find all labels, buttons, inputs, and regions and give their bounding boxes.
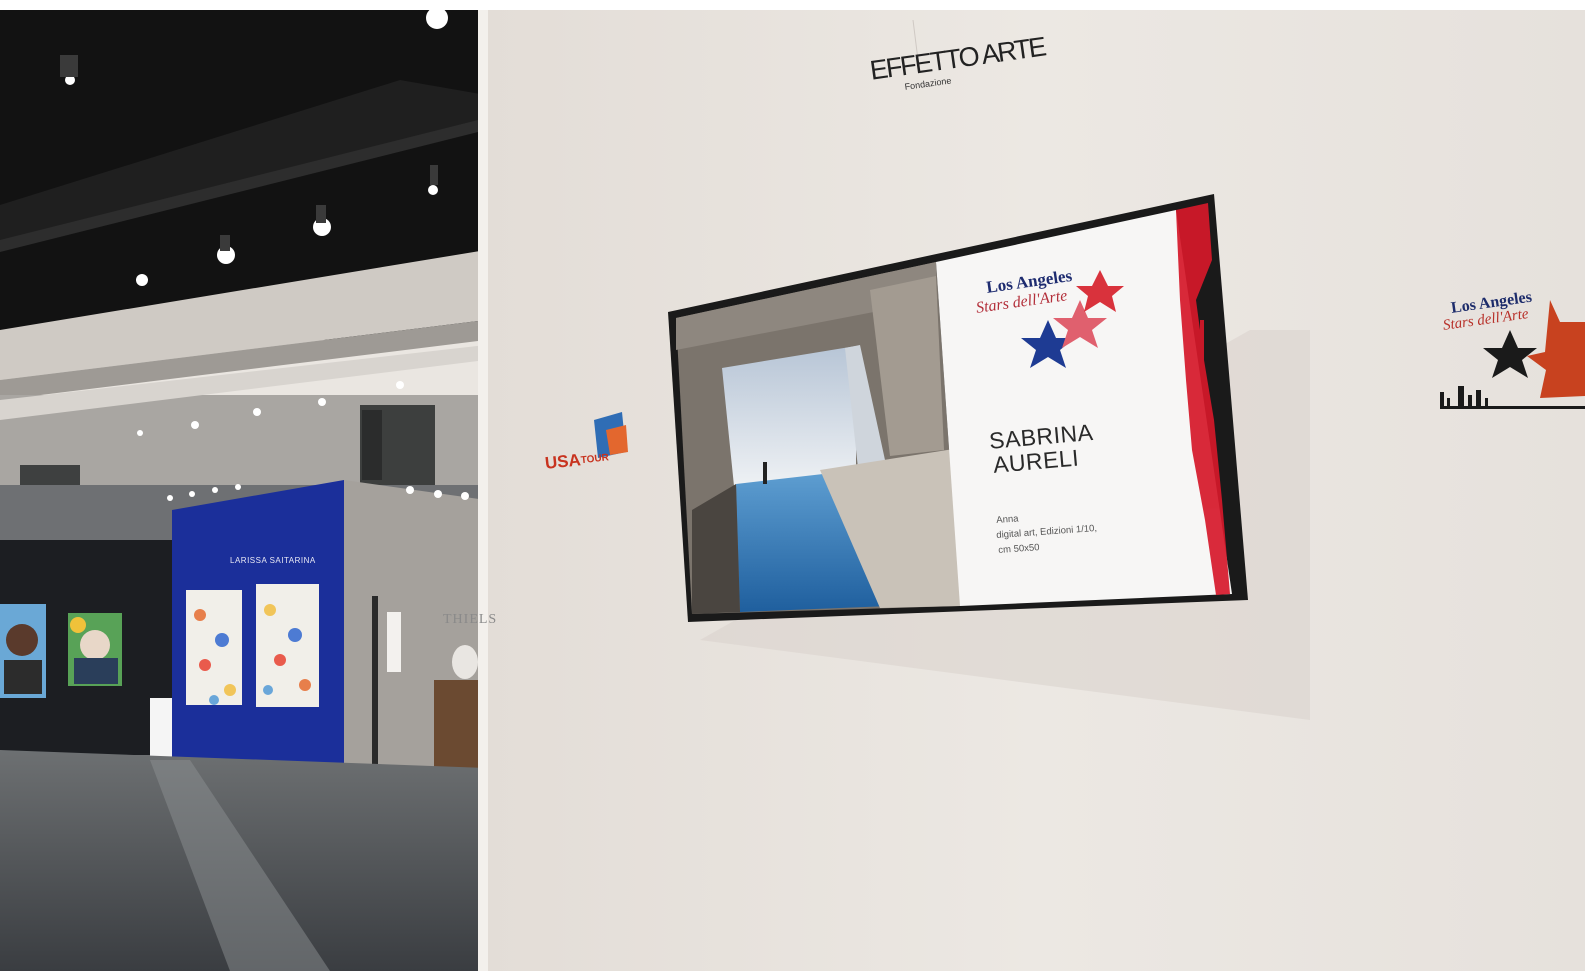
tour-text: TOUR [580, 452, 610, 467]
usa-text: USA [544, 450, 582, 473]
booth-sign: LARISSA SAITARINA [230, 556, 316, 565]
gallery-photo: EFFETTO ARTE Fondazione USATOUR Los Ange… [0, 0, 1585, 971]
thiels-sign: THIELS [443, 612, 498, 627]
scene-illustration [0, 0, 1585, 971]
tv-work-title: Anna [996, 513, 1019, 526]
